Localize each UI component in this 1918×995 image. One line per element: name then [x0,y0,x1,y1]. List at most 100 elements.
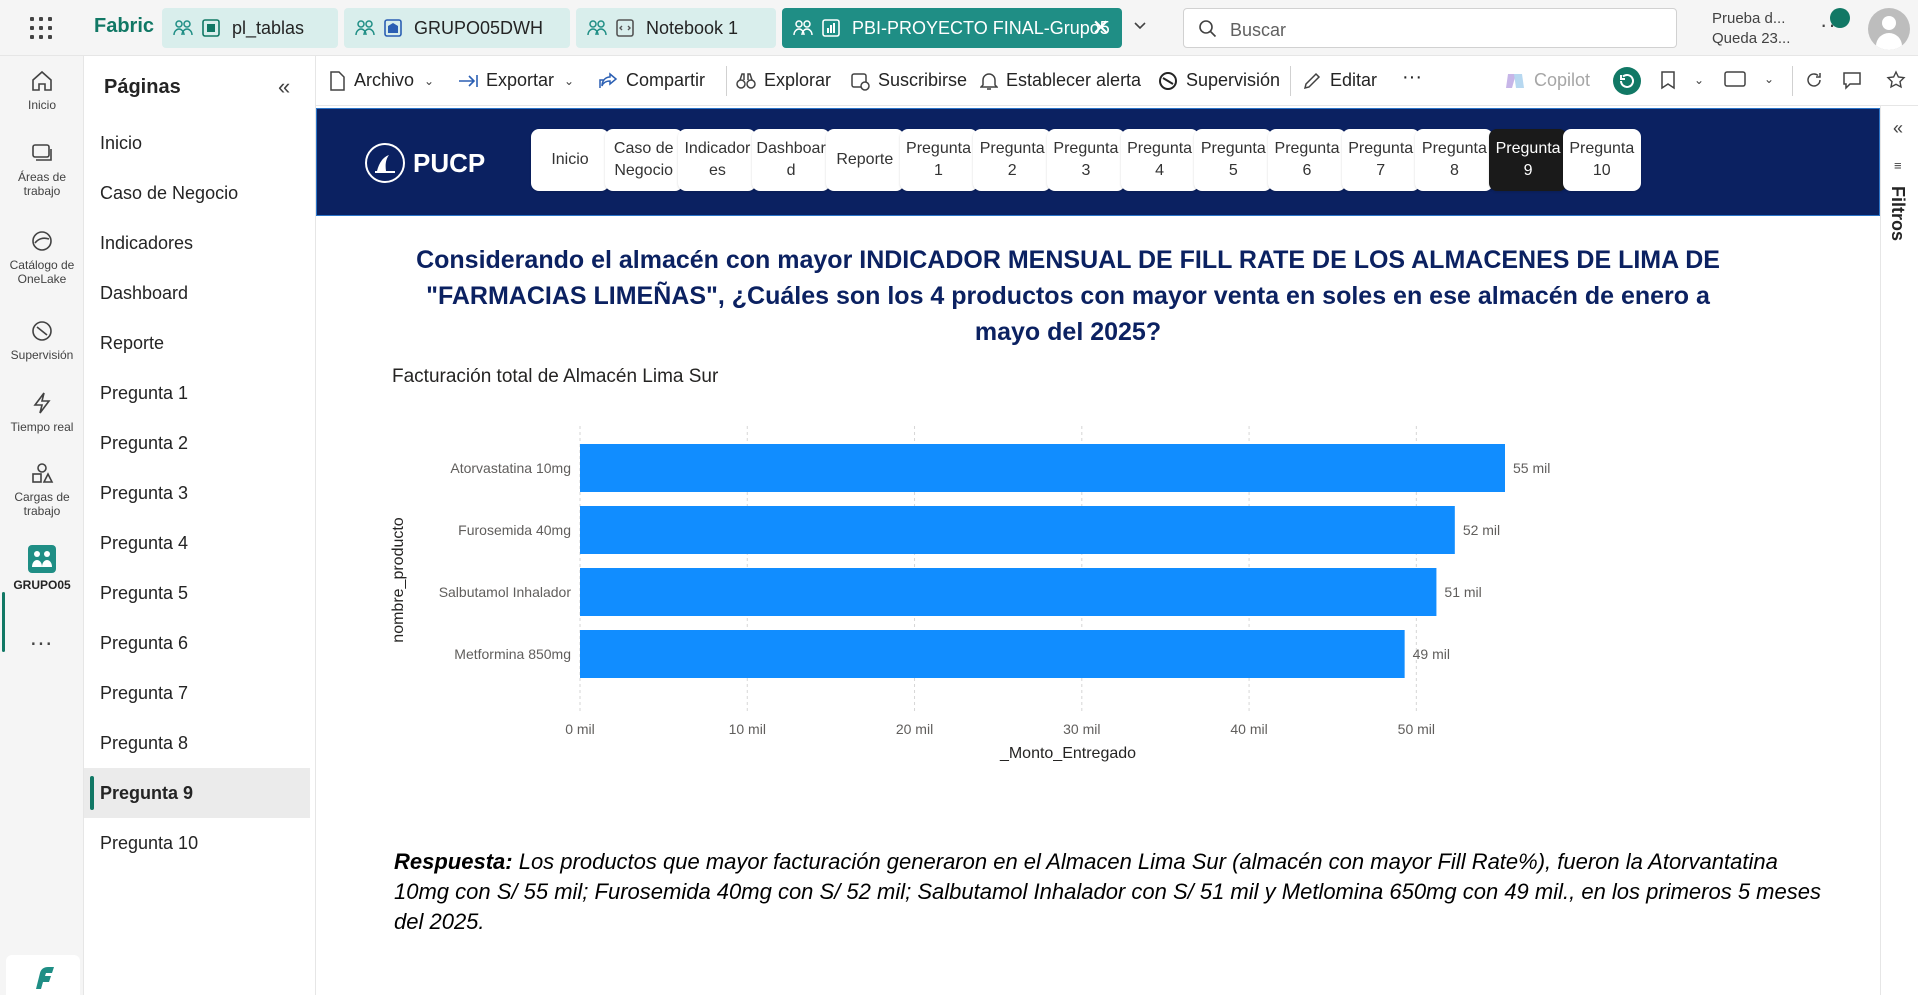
compartir-label: Compartir [626,70,706,90]
bell-icon [980,72,998,90]
rail-active-indicator [2,592,5,652]
page-item[interactable]: Reporte [84,318,310,368]
chevron-left-icon[interactable]: « [1893,118,1903,139]
more-icon[interactable]: ... [30,624,53,652]
y-axis-title: nombre_producto [390,517,407,643]
app-launcher-icon[interactable] [30,17,52,39]
report-nav-button[interactable]: Caso de Negocio [604,129,683,191]
supervision-label: Supervisión [1186,70,1281,90]
bar[interactable] [580,506,1455,554]
page-item[interactable]: Pregunta 1 [84,368,310,418]
pencil-icon [1303,72,1321,89]
file-icon [330,70,345,91]
report-nav-button[interactable]: Pregunta 2 [973,129,1052,191]
report-nav-button[interactable]: Pregunta 3 [1046,129,1125,191]
tab-pl-tablas[interactable]: pl_tablas [162,8,338,48]
workspace-icon [355,20,375,36]
binoculars-icon [736,72,756,89]
answer-label: Respuesta: [394,849,513,874]
filters-pane[interactable]: « ≡ Filtros [1880,106,1918,995]
explorar-label: Explorar [764,70,832,90]
page-item[interactable]: Pregunta 7 [84,668,310,718]
page-item[interactable]: Pregunta 3 [84,468,310,518]
report-nav-button[interactable]: Pregunta 6 [1268,129,1346,191]
toolbar-divider [726,66,727,96]
rail-item-inicio[interactable]: Inicio [0,68,84,112]
refresh-status-button[interactable] [1612,66,1650,96]
avatar[interactable] [1868,8,1910,50]
tab-notebook-1[interactable]: Notebook 1 [576,8,776,48]
supervision-button[interactable]: Supervisión [1158,70,1280,91]
report-nav-button[interactable]: Indicadores [678,129,757,191]
bar[interactable] [580,444,1505,492]
view-menu[interactable]: ⌄ [1724,70,1774,88]
suscribirse-label: Suscribirse [878,70,968,90]
page-item[interactable]: Pregunta 8 [84,718,310,768]
report-nav-button[interactable]: Pregunta 8 [1415,129,1494,191]
rail-item-supervision[interactable]: Supervisión [0,318,84,362]
editar-button[interactable]: Editar [1302,70,1377,91]
search-box[interactable]: Buscar [1183,8,1677,48]
bar[interactable] [580,568,1437,616]
rail-item-onelake[interactable]: Catálogo de OneLake [0,228,84,286]
tab-grupo05dwh[interactable]: GRUPO05DWH [344,8,570,48]
rail-item-cargas[interactable]: Cargas de trabajo [0,460,84,518]
page-item[interactable]: Pregunta 9 [84,768,310,818]
report-nav-button[interactable]: Pregunta 4 [1120,129,1199,191]
page-item[interactable]: Dashboard [84,268,310,318]
more-options-icon[interactable]: ··· [1402,66,1422,89]
report-nav-button[interactable]: Reporte [825,129,904,191]
page-item[interactable]: Pregunta 5 [84,568,310,618]
fabric-logo[interactable] [6,955,80,995]
rail-item-areas[interactable]: Áreas de trabajo [0,140,84,198]
page-item[interactable]: Caso de Negocio [84,168,310,218]
share-icon [599,71,618,88]
suscribirse-button[interactable]: Suscribirse [850,70,967,91]
notebook-icon [616,19,634,37]
report-nav-button[interactable]: Pregunta 5 [1194,129,1273,191]
exportar-menu[interactable]: Exportar ⌄ [458,70,574,91]
explorar-button[interactable]: Explorar [736,70,831,91]
rail-item-tiempo-real[interactable]: Tiempo real [0,390,84,434]
compartir-button[interactable]: Compartir [598,70,705,91]
page-item[interactable]: Pregunta 10 [84,818,310,868]
trial-status[interactable]: Prueba d... Queda 23... [1712,9,1790,49]
alerta-button[interactable]: Establecer alerta [980,70,1141,91]
report-canvas: PUCP Inicio Caso de Negocio Indicadores Das… [316,106,1880,995]
page-item[interactable]: Indicadores [84,218,310,268]
answer-text: Respuesta: Los productos que mayor factu… [394,847,1834,937]
report-nav-button[interactable]: Dashboard [752,129,831,191]
page-item[interactable]: Inicio [84,118,310,168]
page-item[interactable]: Pregunta 4 [84,518,310,568]
favorite-button[interactable] [1886,70,1914,90]
refresh-button[interactable] [1804,70,1832,90]
pages-panel: Páginas « Inicio Caso de Negocio Indicador… [84,56,316,995]
bar[interactable] [580,630,1405,678]
comment-button[interactable] [1842,70,1870,90]
close-icon[interactable]: ✕ [1092,15,1110,41]
x-tick-label: 50 mil [1398,721,1435,737]
page-item[interactable]: Pregunta 2 [84,418,310,468]
workspace-icon [793,20,813,36]
page-item[interactable]: Pregunta 6 [84,618,310,668]
brand-label[interactable]: Fabric [94,15,154,38]
report-nav-button[interactable]: Pregunta 1 [899,129,978,191]
report-nav-button[interactable]: Inicio [531,129,609,191]
subscribe-icon [851,72,870,91]
report-header: PUCP Inicio Caso de Negocio Indicadores Das… [316,108,1880,216]
chart-title: Facturación total de Almacén Lima Sur [392,366,719,387]
report-nav-button[interactable]: Pregunta 7 [1341,129,1420,191]
copilot-button[interactable]: Copilot [1504,70,1590,91]
bookmark-menu[interactable]: ⌄ [1660,70,1704,90]
collapse-icon[interactable]: « [278,74,290,100]
report-nav-button[interactable]: Pregunta 10 [1562,129,1641,191]
report-nav-button[interactable]: Pregunta 9 [1489,129,1568,191]
workloads-icon [32,463,54,483]
x-axis-title: _Monto_Entregado [999,745,1136,762]
chevron-down-icon[interactable] [1133,18,1147,32]
tab-pbi-proyecto-final[interactable]: PBI-PROYECTO FINAL-Grupo5 ✕ [782,8,1122,48]
bar-chart[interactable]: 0 mil 10 mil 20 mil 30 mil 40 mil 50 mil Atorv… [376,396,1756,916]
archivo-menu[interactable]: Archivo ⌄ [328,70,434,91]
chevron-down-icon: ⌄ [1764,72,1775,86]
rail-item-grupo05[interactable]: GRUPO05 [0,544,84,592]
